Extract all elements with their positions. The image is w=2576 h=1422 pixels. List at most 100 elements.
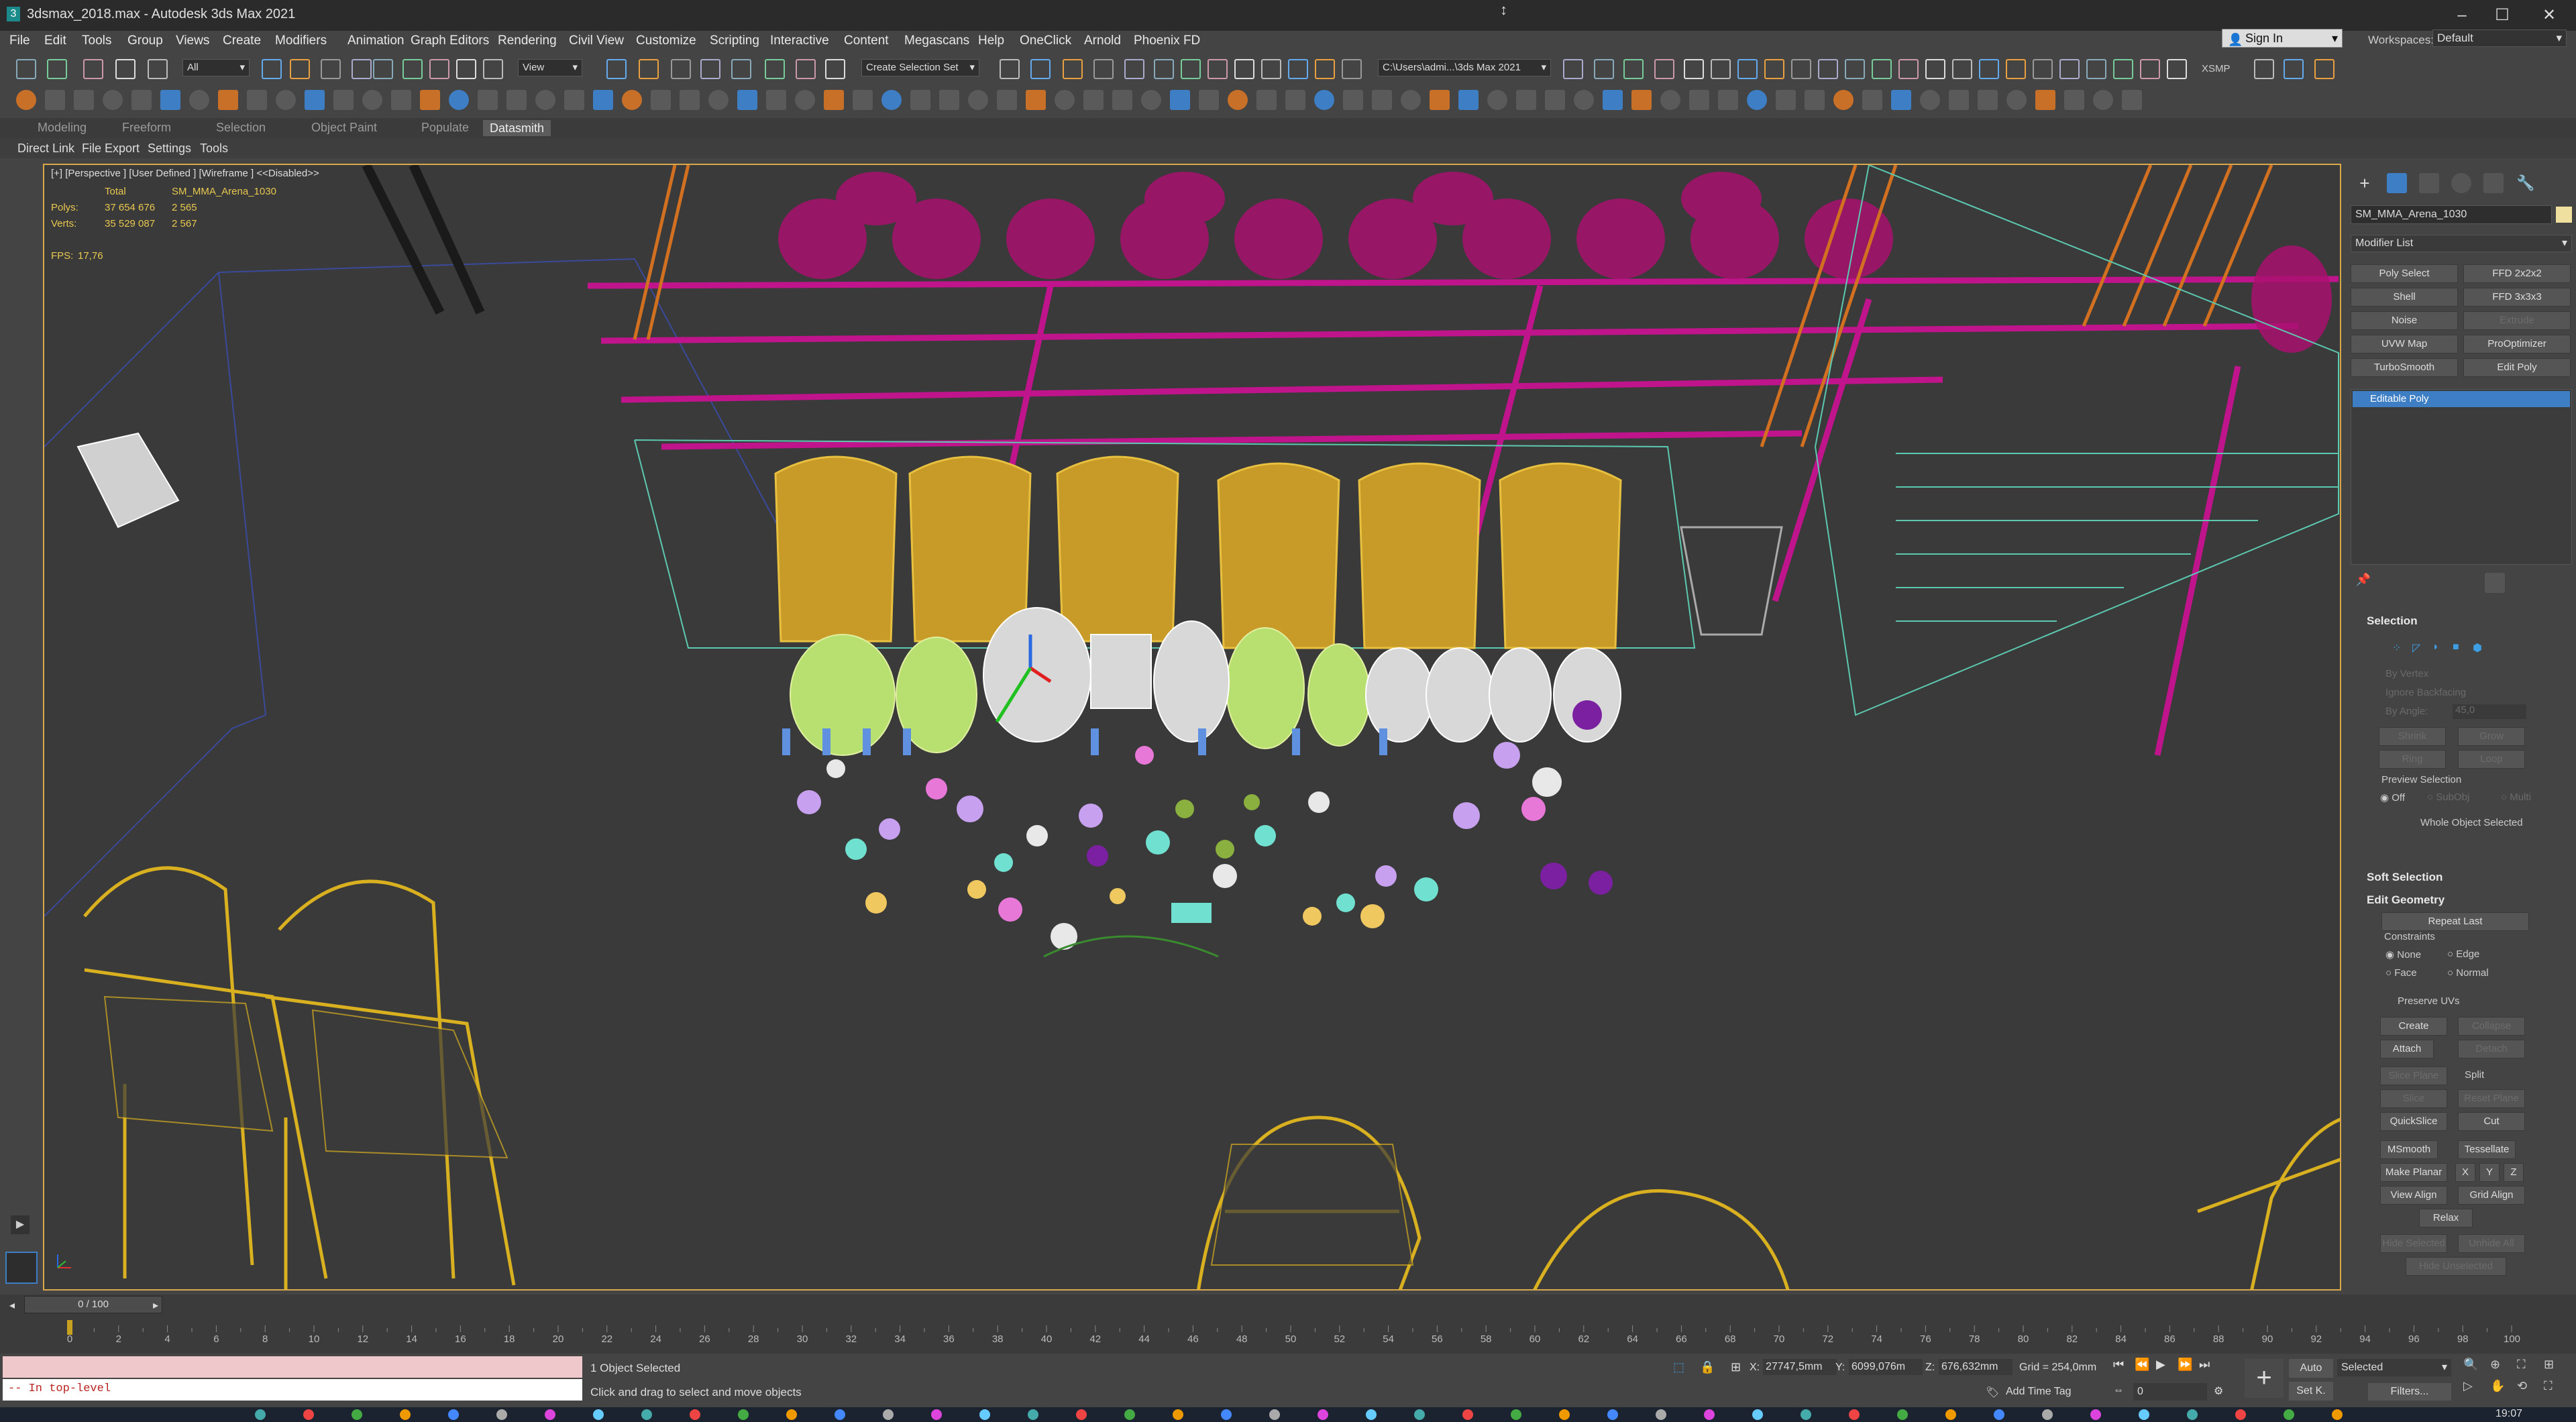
toolbar-tool-icon[interactable]: [731, 59, 751, 79]
toolbar-tool-icon[interactable]: [47, 59, 67, 79]
hide-unselected-button[interactable]: Hide Unselected: [2406, 1257, 2506, 1276]
toolbar-tool-icon[interactable]: [2254, 59, 2274, 79]
ribbon-tab-populate[interactable]: Populate: [421, 121, 469, 135]
toolbar-tool-icon[interactable]: [1623, 59, 1644, 79]
toolbar-plugin-icon[interactable]: [680, 90, 700, 110]
taskbar-app-icon[interactable]: [1173, 1409, 1183, 1420]
modifier-button-shell[interactable]: Shell: [2351, 288, 2458, 307]
taskbar-app-icon[interactable]: [2332, 1409, 2343, 1420]
minimize-button[interactable]: –: [2442, 4, 2482, 27]
project-folder-dropdown[interactable]: C:\Users\admi...\3ds Max 2021 ▾: [1378, 59, 1551, 76]
polygon-mode-icon[interactable]: ■: [2453, 641, 2467, 656]
toolbar-plugin-icon[interactable]: [564, 90, 584, 110]
repeat-last-button[interactable]: Repeat Last: [2381, 912, 2529, 931]
taskbar-app-icon[interactable]: [2235, 1409, 2246, 1420]
border-mode-icon[interactable]: ◗: [2432, 641, 2447, 656]
toolbar-plugin-icon[interactable]: [1631, 90, 1652, 110]
menu-rendering[interactable]: Rendering: [498, 34, 557, 48]
zoom-all-icon[interactable]: ⊕: [2490, 1358, 2500, 1372]
edge-mode-icon[interactable]: ◸: [2412, 641, 2427, 656]
taskbar-app-icon[interactable]: [1366, 1409, 1377, 1420]
time-tag-icon[interactable]: 🏷: [1986, 1386, 1999, 1399]
toolbar-tool-icon[interactable]: [2284, 59, 2304, 79]
maximize-viewport-icon[interactable]: ⛶: [2544, 1379, 2553, 1393]
ribbon-subtab-tools[interactable]: Tools: [200, 142, 228, 156]
menu-edit[interactable]: Edit: [44, 34, 66, 48]
preview-subobj-radio[interactable]: ○ SubObj: [2427, 791, 2469, 803]
rollout-selection[interactable]: Selection: [2353, 612, 2569, 631]
taskbar-app-icon[interactable]: [690, 1409, 700, 1420]
taskbar-app-icon[interactable]: [448, 1409, 459, 1420]
toolbar-plugin-icon[interactable]: [881, 90, 902, 110]
modifier-button-noise[interactable]: Noise: [2351, 311, 2458, 330]
taskbar-app-icon[interactable]: [255, 1409, 266, 1420]
taskbar-app-icon[interactable]: [1124, 1409, 1135, 1420]
menu-views[interactable]: Views: [176, 34, 209, 48]
set-key-icon[interactable]: +: [2245, 1359, 2284, 1398]
taskbar-app-icon[interactable]: [545, 1409, 555, 1420]
ribbon-tab-freeform[interactable]: Freeform: [122, 121, 171, 135]
toolbar-tool-icon[interactable]: [1764, 59, 1784, 79]
toolbar-plugin-icon[interactable]: [333, 90, 354, 110]
toolbar-plugin-icon[interactable]: [593, 90, 613, 110]
menu-modifiers[interactable]: Modifiers: [275, 34, 327, 48]
toolbar-plugin-icon[interactable]: [449, 90, 469, 110]
toolbar-plugin-icon[interactable]: [1314, 90, 1334, 110]
z-coordinate-field[interactable]: 676,632mm: [1939, 1359, 2012, 1375]
modifier-button-prooptimizer[interactable]: ProOptimizer: [2463, 335, 2571, 353]
toolbar-plugin-icon[interactable]: [1141, 90, 1161, 110]
viewport-layout-thumb[interactable]: [5, 1252, 38, 1284]
stack-item-editable-poly[interactable]: Editable Poly: [2353, 391, 2570, 407]
ribbon-subtab-direct-link[interactable]: Direct Link: [17, 142, 74, 156]
modify-tab-icon[interactable]: [2387, 173, 2407, 193]
taskbar-app-icon[interactable]: [2139, 1409, 2149, 1420]
constraint-normal-radio[interactable]: ○ Normal: [2447, 967, 2489, 979]
modifier-button-uvw-map[interactable]: UVW Map: [2351, 335, 2458, 353]
toolbar-plugin-icon[interactable]: [218, 90, 238, 110]
taskbar-app-icon[interactable]: [593, 1409, 604, 1420]
toolbar-plugin-icon[interactable]: [2006, 90, 2027, 110]
toolbar-tool-icon[interactable]: [1737, 59, 1758, 79]
toolbar-plugin-icon[interactable]: [795, 90, 815, 110]
play-icon[interactable]: ▶: [2156, 1358, 2165, 1372]
toolbar-plugin-icon[interactable]: [997, 90, 1017, 110]
make-planar-button[interactable]: Make Planar: [2380, 1163, 2447, 1182]
taskbar-app-icon[interactable]: [835, 1409, 845, 1420]
split-checkbox[interactable]: Split: [2465, 1069, 2484, 1081]
taskbar-app-icon[interactable]: [1849, 1409, 1860, 1420]
zoom-extents-all-icon[interactable]: ⊞: [2544, 1358, 2554, 1372]
current-frame-field[interactable]: 0: [2133, 1383, 2207, 1401]
toolbar-tool-icon[interactable]: [671, 59, 691, 79]
taskbar-app-icon[interactable]: [400, 1409, 411, 1420]
menu-civil-view[interactable]: Civil View: [569, 34, 624, 48]
key-mode-icon[interactable]: ⇔: [2113, 1384, 2124, 1397]
toolbar-tool-icon[interactable]: [2086, 59, 2106, 79]
vertex-mode-icon[interactable]: ⁘: [2392, 641, 2407, 656]
reference-coordinate-dropdown[interactable]: View ▾: [518, 59, 582, 76]
previous-frame-icon[interactable]: ⏪: [2135, 1358, 2149, 1372]
toolbar-tool-icon[interactable]: [1000, 59, 1020, 79]
toolbar-plugin-icon[interactable]: [1430, 90, 1450, 110]
go-to-start-icon[interactable]: ⏮: [2113, 1358, 2124, 1372]
toolbar-tool-icon[interactable]: [2113, 59, 2133, 79]
menu-graph-editors[interactable]: Graph Editors: [411, 34, 489, 48]
add-time-tag[interactable]: Add Time Tag: [2006, 1386, 2072, 1398]
toolbar-plugin-icon[interactable]: [1026, 90, 1046, 110]
toolbar-tool-icon[interactable]: [1342, 59, 1362, 79]
toolbar-plugin-icon[interactable]: [1949, 90, 1969, 110]
quickslice-button[interactable]: QuickSlice: [2380, 1112, 2447, 1131]
toolbar-tool-icon[interactable]: [402, 59, 423, 79]
named-selection-set-dropdown[interactable]: Create Selection Set ▾: [861, 59, 979, 76]
zoom-icon[interactable]: 🔍: [2463, 1358, 2478, 1372]
toolbar-plugin-icon[interactable]: [1083, 90, 1104, 110]
toolbar-tool-icon[interactable]: [639, 59, 659, 79]
toolbar-plugin-icon[interactable]: [1805, 90, 1825, 110]
taskbar-app-icon[interactable]: [883, 1409, 894, 1420]
create-tab-icon[interactable]: +: [2355, 173, 2375, 193]
toolbar-tool-icon[interactable]: [148, 59, 168, 79]
cut-button[interactable]: Cut: [2458, 1112, 2525, 1131]
taskbar-app-icon[interactable]: [1994, 1409, 2004, 1420]
modifier-list-dropdown[interactable]: Modifier List ▾: [2351, 235, 2572, 252]
toolbar-tool-icon[interactable]: [765, 59, 785, 79]
ribbon-subtab-file-export[interactable]: File Export: [82, 142, 140, 156]
